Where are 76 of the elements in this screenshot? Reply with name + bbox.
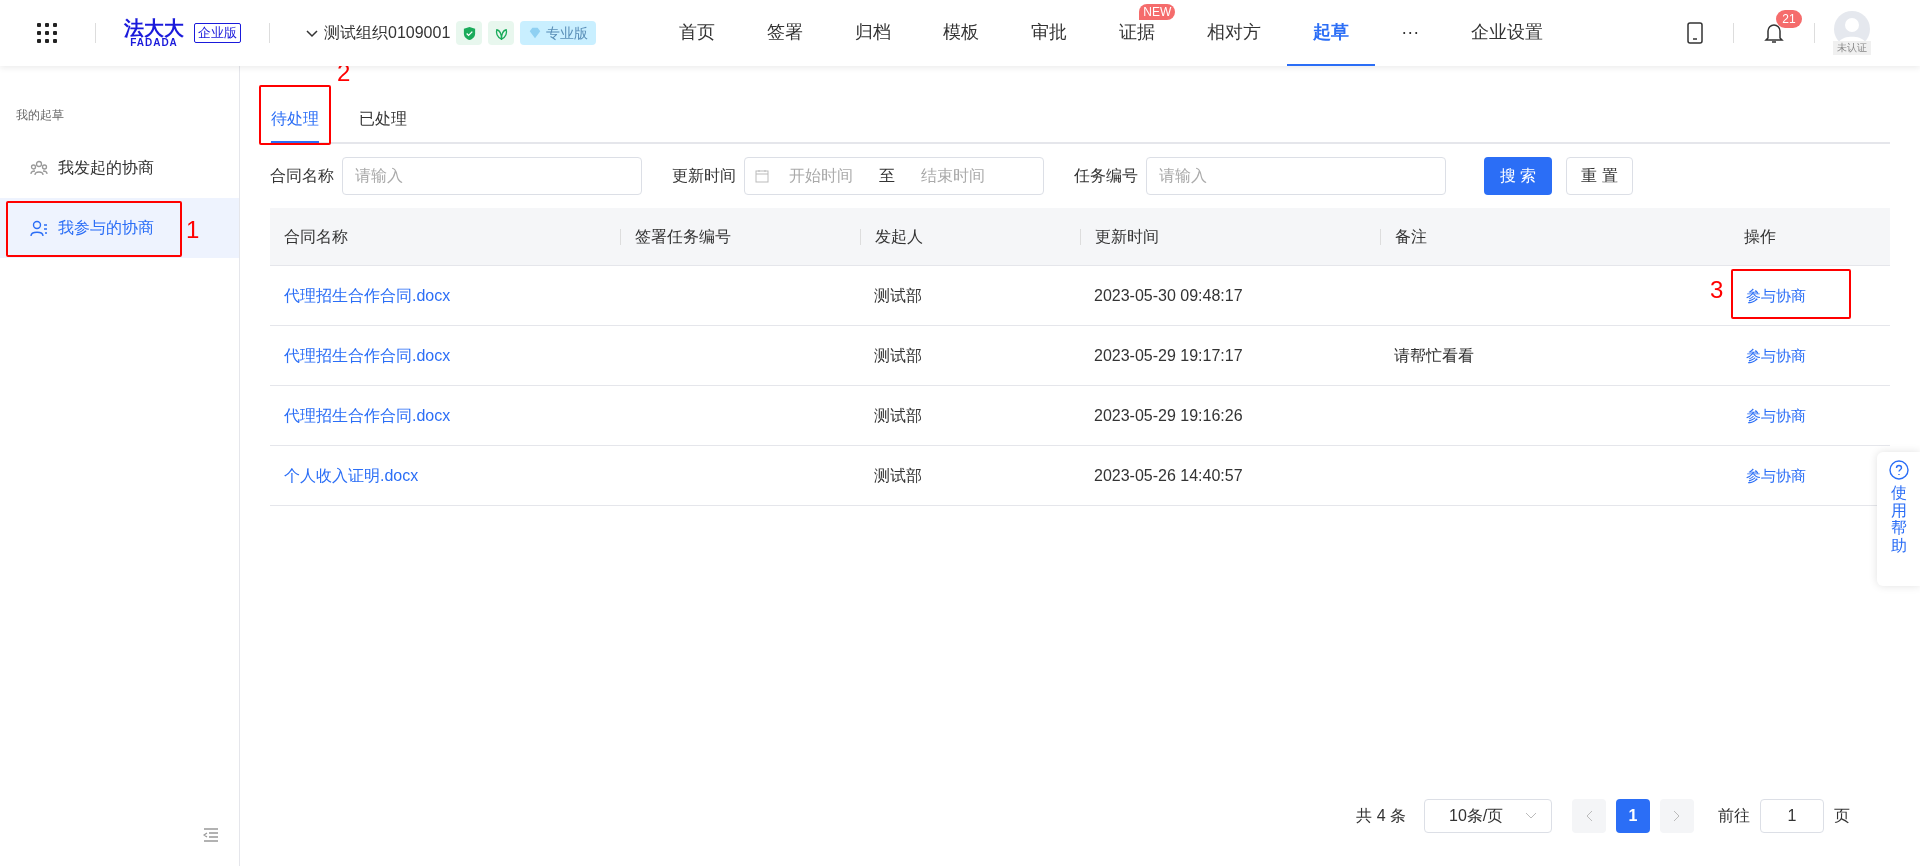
total-count: 共 4 条 (1356, 806, 1406, 826)
table-cell: 2023-05-29 19:16:26 (1094, 406, 1243, 424)
table-cell: 测试部 (874, 346, 922, 364)
table-cell: 2023-05-29 19:17:17 (1094, 346, 1243, 364)
edition-tag: 企业版 (194, 23, 241, 43)
contract-link[interactable]: 代理招生合作合同.docx (284, 406, 451, 424)
search-button[interactable]: 搜 索 (1484, 157, 1553, 195)
chevron-down-icon (306, 27, 318, 39)
table-cell: 测试部 (874, 466, 922, 484)
annotation-frame (259, 85, 331, 145)
filter-label: 合同名称 (270, 166, 334, 186)
chevron-down-icon (1525, 812, 1537, 820)
join-negotiation-link[interactable]: 参与协商 (1746, 406, 1806, 424)
user-list-icon (30, 219, 48, 237)
column-header: 操作 (1743, 226, 1776, 247)
sidebar-item[interactable]: 我发起的协商 (0, 138, 239, 198)
verified-shield-icon (456, 21, 483, 45)
plan-badge: 专业版 (520, 21, 597, 45)
organization-switcher[interactable]: 测试组织0109001 (306, 21, 451, 45)
table-cell: 测试部 (874, 286, 922, 304)
tab[interactable]: 已处理 (359, 107, 407, 144)
goto-unit: 页 (1834, 806, 1850, 826)
nav-tab[interactable]: 签署 (741, 0, 830, 66)
help-label: 使用帮助 (1890, 484, 1907, 555)
goto-page-field[interactable]: 1 (1760, 799, 1824, 833)
join-negotiation-link[interactable]: 参与协商 (1746, 466, 1806, 484)
new-badge: NEW (1139, 4, 1176, 20)
nav-tab[interactable]: 首页 (653, 0, 742, 66)
chevron-right-icon (1673, 810, 1681, 822)
people-icon (30, 159, 48, 177)
sidebar-heading: 我的起草 (16, 107, 65, 124)
notification-count-badge: 21 (1776, 10, 1802, 28)
help-icon (1888, 460, 1909, 480)
join-negotiation-link[interactable]: 参与协商 (1746, 346, 1806, 364)
column-header: 更新时间 (1094, 226, 1159, 247)
nav-tab[interactable]: 模板 (917, 0, 1006, 66)
table-cell: 2023-05-26 14:40:57 (1094, 466, 1243, 484)
leaf-icon (488, 21, 515, 45)
column-header: 签署任务编号 (634, 226, 731, 247)
page-number[interactable]: 1 (1616, 799, 1650, 833)
contract-link[interactable]: 代理招生合作合同.docx (284, 346, 451, 364)
nav-tab[interactable]: ··· (1375, 0, 1446, 66)
collapse-sidebar-icon[interactable] (203, 828, 219, 842)
table-cell: 测试部 (874, 406, 922, 424)
brand-logo: 法大大 FADADA (124, 18, 184, 48)
filter-label: 任务编号 (1074, 166, 1138, 186)
page-size-select[interactable]: 10条/页 (1424, 799, 1552, 833)
column-header: 合同名称 (283, 226, 348, 247)
annotation-number: 1 (186, 218, 200, 242)
contract-name-field[interactable]: 请输入 (342, 157, 642, 195)
nav-tab[interactable]: 起草 (1287, 0, 1376, 66)
tab[interactable]: 待处理 (271, 107, 319, 144)
nav-tab[interactable]: 企业设置 (1445, 0, 1570, 66)
reset-button[interactable]: 重 置 (1566, 157, 1633, 195)
column-header: 发起人 (874, 226, 923, 247)
nav-tab[interactable]: 相对方 (1181, 0, 1288, 66)
verification-status: 未认证 (1833, 41, 1872, 55)
notification-bell-icon[interactable] (1764, 22, 1785, 44)
annotation-number: 3 (1710, 277, 1724, 302)
join-negotiation-link[interactable]: 参与协商 (1746, 286, 1806, 304)
date-range-field[interactable]: 开始时间 至 结束时间 (744, 157, 1044, 195)
table-cell: 请帮忙看看 (1394, 346, 1474, 364)
chevron-left-icon (1585, 810, 1593, 822)
help-panel[interactable]: 使用帮助 (1877, 452, 1920, 586)
goto-label: 前往 (1718, 806, 1750, 826)
calendar-icon (755, 169, 769, 183)
mobile-phone-icon[interactable] (1687, 22, 1704, 44)
nav-tab[interactable]: 审批 (1005, 0, 1094, 66)
table-cell: 2023-05-30 09:48:17 (1094, 286, 1243, 304)
filter-label: 更新时间 (672, 166, 736, 186)
contract-link[interactable]: 代理招生合作合同.docx (284, 286, 451, 304)
task-number-field[interactable]: 请输入 (1146, 157, 1446, 195)
contract-link[interactable]: 个人收入证明.docx (284, 466, 419, 484)
apps-grid-icon[interactable] (37, 23, 57, 43)
nav-tab[interactable]: 归档 (829, 0, 918, 66)
column-header: 备注 (1394, 226, 1427, 247)
